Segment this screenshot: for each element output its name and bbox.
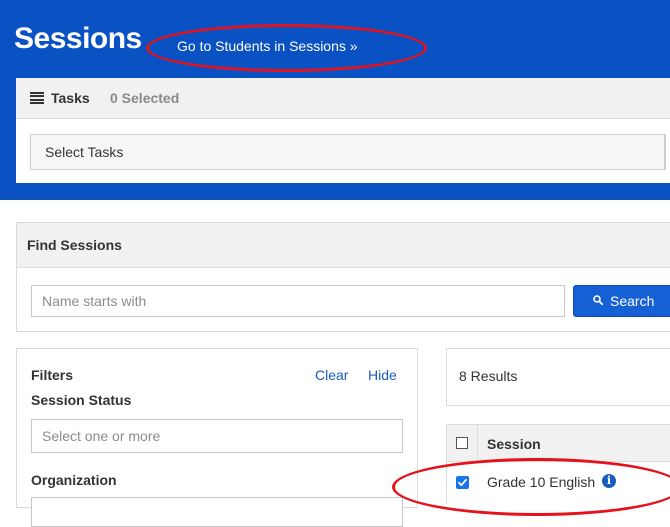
sessions-table: Session Grade 10 English i — [446, 424, 670, 504]
organization-label: Organization — [31, 472, 117, 488]
find-sessions-title: Find Sessions — [27, 237, 122, 253]
tasks-list-icon — [30, 92, 44, 104]
dropdown-divider — [664, 135, 665, 169]
results-count: 8 Results — [459, 368, 518, 384]
column-divider — [477, 425, 478, 461]
find-sessions-header: Find Sessions — [17, 223, 670, 268]
organization-select[interactable] — [31, 497, 403, 527]
info-icon[interactable]: i — [602, 474, 616, 488]
name-search-input[interactable] — [31, 285, 565, 317]
tasks-body: Select Tasks — [16, 119, 670, 183]
find-sessions-panel: Find Sessions Search — [16, 222, 670, 332]
blue-header: Sessions Go to Students in Sessions » Ta… — [0, 0, 670, 200]
session-name[interactable]: Grade 10 English — [487, 474, 595, 490]
table-row: Grade 10 English i — [447, 462, 670, 498]
filters-panel: Filters Clear Hide Session Status Select… — [16, 348, 418, 527]
row-checkbox-checked[interactable] — [456, 476, 469, 489]
checkmark-icon — [458, 478, 467, 487]
select-tasks-label: Select Tasks — [45, 144, 124, 160]
search-icon — [593, 295, 603, 305]
results-panel: 8 Results — [446, 348, 670, 406]
hide-filters-link[interactable]: Hide — [368, 367, 397, 383]
session-status-select[interactable]: Select one or more — [31, 419, 403, 453]
select-all-checkbox[interactable] — [456, 437, 468, 449]
go-to-students-link[interactable]: Go to Students in Sessions » — [177, 38, 358, 54]
page-title: Sessions — [14, 22, 142, 55]
tasks-selected-count: 0 Selected — [110, 90, 180, 106]
tasks-label: Tasks — [51, 90, 90, 106]
clear-filters-link[interactable]: Clear — [315, 367, 348, 383]
search-button-label: Search — [610, 293, 655, 309]
table-header: Session — [447, 425, 670, 462]
session-column-header[interactable]: Session — [487, 436, 541, 452]
search-button[interactable]: Search — [573, 285, 670, 317]
select-tasks-dropdown[interactable]: Select Tasks — [30, 134, 666, 170]
tasks-bar: Tasks 0 Selected — [16, 78, 670, 119]
session-status-label: Session Status — [31, 392, 132, 408]
filters-title: Filters — [31, 367, 74, 383]
